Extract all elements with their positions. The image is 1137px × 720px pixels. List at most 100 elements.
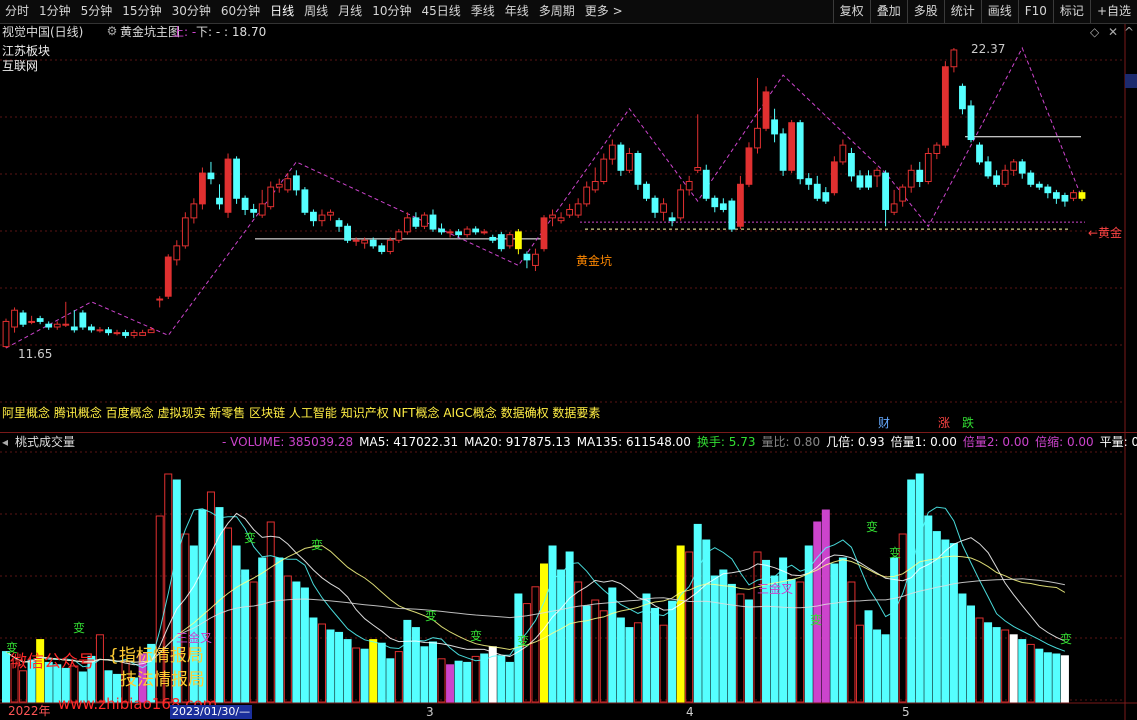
chevron-up-icon[interactable]: ^ xyxy=(1124,25,1134,39)
candle-body xyxy=(719,203,727,210)
candle-body xyxy=(147,329,155,334)
concept-tags: 阿里概念 腾讯概念 百度概念 虚拟现实 新零售 区块链 人工智能 知识产权 NF… xyxy=(2,406,601,420)
candle-body xyxy=(301,189,309,213)
close-icon[interactable]: ✕ xyxy=(1108,25,1118,39)
volume-bar xyxy=(830,563,839,703)
candle-body xyxy=(549,214,556,219)
candle-body xyxy=(96,329,104,332)
side-tab[interactable] xyxy=(1125,74,1137,88)
volume-bar xyxy=(480,653,489,703)
candle-body xyxy=(139,332,147,336)
candle-body xyxy=(472,228,480,233)
volume-bar xyxy=(924,515,933,703)
panel-divider[interactable] xyxy=(0,432,1137,433)
candle-body xyxy=(446,231,454,234)
candle-body xyxy=(130,332,138,336)
date-cursor-label: 2023/01/30/— xyxy=(170,705,253,719)
candle-body xyxy=(848,153,855,177)
volume-bar xyxy=(966,605,975,703)
change-label: 变 xyxy=(311,538,324,552)
candle-body xyxy=(839,144,847,163)
candle-body xyxy=(651,197,659,213)
candle-body xyxy=(694,166,702,171)
candle-body xyxy=(924,153,932,182)
volume-bar xyxy=(224,527,233,703)
candle-body xyxy=(728,200,736,230)
volume-bar xyxy=(531,586,540,703)
stock-title: 视觉中国(日线) xyxy=(2,25,84,39)
candle-body xyxy=(702,169,710,199)
volume-bar xyxy=(446,664,455,703)
candle-body xyxy=(113,332,121,335)
candle-body xyxy=(976,144,983,163)
volume-bar xyxy=(992,627,1001,703)
volume-bar xyxy=(522,603,531,703)
change-label: 变 xyxy=(1060,632,1073,646)
triple-gold-label: 三金叉 xyxy=(757,582,794,596)
candle-body xyxy=(310,211,317,222)
high-price-label: 22.37 xyxy=(971,42,1006,56)
candle-body xyxy=(1018,161,1026,174)
volume-bar xyxy=(309,617,318,703)
volume-bar xyxy=(847,581,856,703)
volume-bar xyxy=(394,651,403,703)
candle-body xyxy=(429,214,437,230)
volume-bar xyxy=(557,569,566,703)
candle-body xyxy=(643,183,650,199)
volume-bar xyxy=(326,629,335,703)
candle-body xyxy=(199,172,206,205)
change-label: 变 xyxy=(470,629,483,643)
candle-body xyxy=(754,127,761,149)
candle-body xyxy=(45,323,53,328)
watermark-brand: {指标情报局 xyxy=(108,646,204,666)
event-marker-up[interactable]: 涨 xyxy=(938,416,950,430)
candle-body xyxy=(489,236,497,241)
candle-body xyxy=(540,217,548,250)
volume-bar xyxy=(1018,639,1027,703)
readout-item: 倍量2: 0.00 xyxy=(962,435,1030,449)
candle-body xyxy=(344,225,351,241)
candle-body xyxy=(335,220,343,227)
volume-bar xyxy=(710,575,719,703)
candle-body xyxy=(258,203,266,216)
volume-bar xyxy=(241,569,250,703)
chart-canvas[interactable] xyxy=(0,0,1137,720)
volume-bar xyxy=(19,670,28,703)
volume-bar xyxy=(565,551,574,703)
readout-item: 倍缩: 0.00 xyxy=(1035,435,1094,449)
candle-body xyxy=(327,211,334,216)
volume-bar xyxy=(232,545,241,703)
candle-body xyxy=(822,192,830,202)
volume-bar xyxy=(249,581,258,703)
candle-body xyxy=(950,49,958,68)
readout-item: 换手: 5.73 xyxy=(696,435,756,449)
candle-body xyxy=(882,172,889,210)
candle-body xyxy=(1035,183,1043,188)
candle-body xyxy=(1044,186,1052,194)
volume-bar xyxy=(958,593,967,703)
candle-body xyxy=(87,326,95,331)
candle-body xyxy=(984,161,992,177)
volume-bar xyxy=(1043,652,1052,703)
candle-body xyxy=(779,133,787,171)
volume-bar xyxy=(360,648,369,703)
volume-bar xyxy=(864,610,873,703)
x-axis-month: 5 xyxy=(902,705,910,719)
candle-body xyxy=(532,253,539,266)
diamond-icon[interactable]: ◇ xyxy=(1090,25,1099,39)
volume-bar xyxy=(283,575,292,703)
volume-bar xyxy=(292,581,301,703)
candle-body xyxy=(421,214,428,227)
collapse-icon[interactable]: ◂ xyxy=(2,435,8,449)
candle-body xyxy=(233,158,240,199)
candle-body xyxy=(164,256,172,297)
event-marker-finance[interactable]: 财 xyxy=(878,416,890,430)
gear-icon[interactable]: ⚙ xyxy=(106,25,118,37)
candle-body xyxy=(224,158,232,213)
event-marker-down[interactable]: 跌 xyxy=(962,416,974,430)
readout-item: MA20: 917875.13 xyxy=(464,435,571,449)
volume-bar xyxy=(420,646,429,703)
volume-bar xyxy=(753,551,762,703)
volume-bar xyxy=(411,627,420,703)
candle-body xyxy=(395,231,403,241)
